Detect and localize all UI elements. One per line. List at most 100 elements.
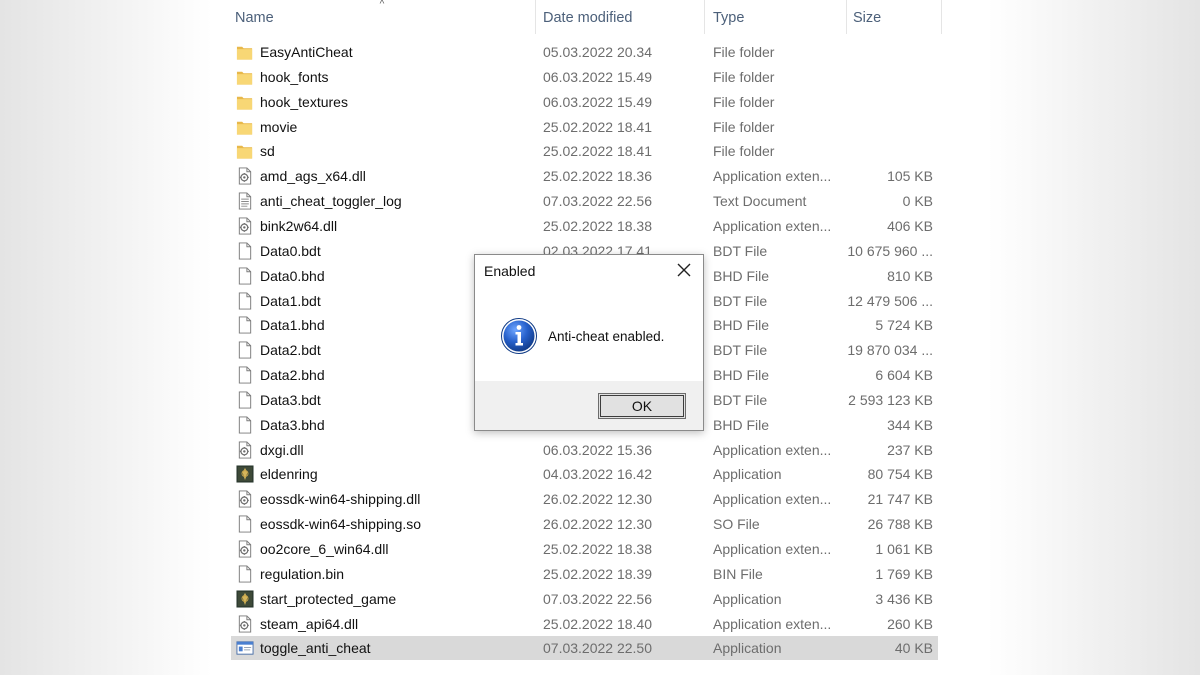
file-size: 2 593 123 KB — [848, 391, 933, 408]
file-date-modified: 25.02.2022 18.36 — [543, 168, 652, 185]
game-app-icon — [236, 590, 254, 608]
file-size: 237 KB — [887, 441, 933, 458]
file-row[interactable]: bink2w64.dll 25.02.2022 18.38 Application … — [231, 214, 938, 238]
file-name: Data1.bdt — [260, 292, 321, 309]
file-date-modified: 26.02.2022 12.30 — [543, 516, 652, 533]
file-name: eossdk-win64-shipping.so — [260, 516, 422, 533]
column-header: Name ^ Date modified Type Size — [214, 0, 986, 34]
file-name: anti_cheat_toggler_log — [260, 193, 402, 210]
file-date-modified: 25.02.2022 18.41 — [543, 118, 652, 135]
file-name: amd_ags_x64.dll — [260, 168, 366, 185]
window-app-icon — [236, 641, 254, 656]
file-type: BHD File — [713, 367, 770, 384]
file-type: Application exten... — [713, 168, 832, 185]
file-size: 12 479 506 ... — [847, 292, 933, 309]
file-row[interactable]: oo2core_6_win64.dll 25.02.2022 18.38 Appli… — [231, 537, 938, 561]
column-header-type[interactable]: Type — [707, 0, 847, 34]
file-row[interactable]: amd_ags_x64.dll 25.02.2022 18.36 Applicati… — [231, 164, 938, 188]
file-name: eldenring — [260, 466, 318, 483]
file-icon — [238, 416, 252, 434]
file-type: BHD File — [713, 267, 770, 284]
file-name: hook_fonts — [260, 68, 329, 85]
folder-icon — [236, 146, 253, 159]
file-row[interactable]: eossdk-win64-shipping.so 26.02.2022 12.30… — [231, 512, 938, 536]
file-date-modified: 25.02.2022 18.38 — [543, 541, 652, 557]
file-type: Application exten... — [713, 541, 832, 557]
ok-button[interactable]: OK — [598, 393, 686, 419]
file-row[interactable]: regulation.bin 25.02.2022 18.39 BIN File 1 … — [231, 562, 938, 586]
file-date-modified: 06.03.2022 15.49 — [543, 68, 652, 85]
folder-icon — [236, 121, 253, 135]
file-size: 0 KB — [902, 193, 933, 210]
file-type: Application — [713, 640, 782, 657]
file-row[interactable]: hook_textures 06.03.2022 15.49 File folder — [231, 90, 938, 114]
column-header-date-modified[interactable]: Date modified — [537, 0, 705, 34]
file-row[interactable]: dxgi.dll 06.03.2022 15.36 Application exte… — [231, 438, 938, 462]
file-size: 1 769 KB — [875, 565, 933, 582]
column-name-label: Name — [235, 10, 274, 26]
file-name: oo2core_6_win64.dll — [260, 541, 389, 557]
file-size: 5 724 KB — [875, 317, 933, 334]
file-name: steam_api64.dll — [260, 615, 359, 632]
file-date-modified: 07.03.2022 22.50 — [543, 640, 652, 657]
file-row[interactable]: toggle_anti_cheat 07.03.2022 22.50 Applica… — [231, 636, 938, 661]
file-type: Application exten... — [713, 491, 832, 508]
file-name: eossdk-win64-shipping.dll — [260, 491, 421, 508]
folder-icon — [236, 71, 253, 85]
file-row[interactable]: start_protected_game 07.03.2022 22.56 Appl… — [231, 587, 938, 611]
file-icon — [238, 267, 252, 285]
file-name: Data3.bdt — [260, 391, 321, 408]
file-name: Data2.bdt — [260, 342, 321, 359]
file-name: dxgi.dll — [260, 441, 304, 458]
file-icon — [238, 515, 252, 533]
folder-icon — [236, 96, 253, 110]
text-document-icon — [238, 192, 252, 210]
file-size: 344 KB — [887, 416, 933, 433]
folder-icon — [236, 46, 253, 60]
file-size: 40 KB — [894, 640, 933, 657]
dialog-body: Enabled Anti-cheat enabled. — [475, 255, 703, 381]
file-icon — [238, 291, 252, 310]
file-type: File folder — [713, 44, 775, 60]
file-type: BDT File — [713, 242, 768, 259]
file-date-modified: 25.02.2022 18.39 — [543, 565, 652, 582]
file-name: start_protected_game — [260, 590, 397, 607]
sort-ascending-icon: ^ — [379, 0, 385, 10]
info-icon — [501, 318, 537, 354]
dll-icon — [238, 167, 252, 185]
game-app-icon — [236, 465, 254, 483]
file-size: 3 436 KB — [875, 590, 933, 607]
file-date-modified: 07.03.2022 22.56 — [543, 193, 652, 210]
file-icon — [238, 316, 252, 334]
file-size: 19 870 034 ... — [847, 342, 933, 359]
file-name: regulation.bin — [260, 565, 345, 582]
file-type: Application — [713, 466, 782, 483]
file-type: BDT File — [713, 342, 768, 359]
file-size: 26 788 KB — [867, 516, 933, 533]
file-date-modified: 25.02.2022 18.40 — [543, 615, 652, 632]
file-type: Application exten... — [713, 441, 832, 458]
dll-icon — [238, 615, 252, 633]
file-row[interactable]: eossdk-win64-shipping.dll 26.02.2022 12.3… — [231, 487, 938, 511]
file-row[interactable]: movie 25.02.2022 18.41 File folder — [231, 115, 938, 139]
file-name: Data3.bhd — [260, 416, 325, 433]
file-icon — [238, 366, 252, 384]
file-row[interactable]: hook_fonts 06.03.2022 15.49 File folder — [231, 65, 938, 89]
column-size-label: Size — [853, 10, 882, 26]
file-icon — [238, 242, 252, 260]
file-type: BDT File — [713, 292, 768, 309]
file-size: 10 675 960 ... — [847, 242, 933, 259]
file-name: hook_textures — [260, 93, 348, 110]
dialog-message: Anti-cheat enabled. — [548, 329, 665, 344]
file-row[interactable]: anti_cheat_toggler_log 07.03.2022 22.56 Te… — [231, 189, 938, 213]
file-row[interactable]: EasyAntiCheat 05.03.2022 20.34 File folder — [231, 40, 938, 64]
file-size: 260 KB — [887, 615, 933, 632]
file-row[interactable]: steam_api64.dll 25.02.2022 18.40 Applicati… — [231, 612, 938, 636]
close-icon[interactable] — [675, 261, 693, 279]
file-size: 406 KB — [887, 217, 933, 234]
file-type: File folder — [713, 68, 775, 85]
file-size: 1 061 KB — [875, 541, 933, 557]
column-header-size[interactable]: Size — [847, 0, 942, 34]
file-row[interactable]: sd 25.02.2022 18.41 File folder — [231, 139, 938, 163]
file-row[interactable]: eldenring 04.03.2022 16.42 Application 80 7… — [231, 462, 938, 486]
